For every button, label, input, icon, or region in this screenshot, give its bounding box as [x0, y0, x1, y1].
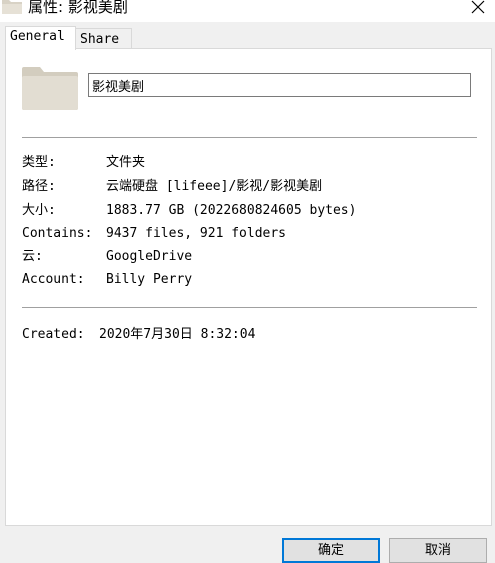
property-row-account: Account: Billy Perry — [22, 270, 482, 290]
property-label: 大小: — [22, 203, 56, 218]
property-row-contains: Contains: 9437 files, 921 folders — [22, 224, 482, 244]
tab-share-label: Share — [80, 32, 120, 47]
property-value: 文件夹 — [106, 155, 146, 170]
tab-general-label: General — [10, 29, 65, 44]
property-value: 1883.77 GB (2022680824605 bytes) — [106, 203, 357, 218]
property-value: 2020年7月30日 8:32:04 — [99, 327, 256, 342]
close-icon — [471, 0, 485, 14]
property-row-path: 路径: 云端硬盘 [lifeee]/影视/影视美剧 — [22, 177, 482, 197]
ok-button[interactable]: 确定 — [282, 538, 380, 563]
property-label: Account: — [22, 272, 85, 287]
property-label: 类型: — [22, 155, 56, 170]
property-value: GoogleDrive — [106, 249, 193, 264]
separator — [22, 307, 477, 308]
property-label: Created: — [22, 327, 85, 342]
property-value: 9437 files, 921 folders — [106, 226, 287, 241]
property-label: 云: — [22, 249, 43, 264]
folder-name-input[interactable] — [88, 73, 471, 97]
property-row-created: Created: 2020年7月30日 8:32:04 — [22, 325, 482, 345]
folder-icon — [2, 0, 22, 14]
folder-icon — [20, 66, 80, 111]
property-label: 路径: — [22, 179, 56, 194]
separator — [22, 137, 477, 138]
property-row-size: 大小: 1883.77 GB (2022680824605 bytes) — [22, 201, 482, 221]
property-value: Billy Perry — [106, 272, 193, 287]
cancel-button[interactable]: 取消 — [389, 538, 487, 563]
property-row-type: 类型: 文件夹 — [22, 153, 482, 173]
property-row-cloud: 云: GoogleDrive — [22, 247, 482, 267]
window-title: 属性: 影视美剧 — [28, 0, 128, 16]
tab-general[interactable]: General — [5, 26, 76, 50]
title-bar[interactable]: 属性: 影视美剧 — [0, 0, 495, 22]
tab-share[interactable]: Share — [75, 28, 132, 49]
property-value: 云端硬盘 [lifeee]/影视/影视美剧 — [106, 179, 323, 194]
close-button[interactable] — [461, 0, 495, 22]
property-label: Contains: — [22, 226, 93, 241]
